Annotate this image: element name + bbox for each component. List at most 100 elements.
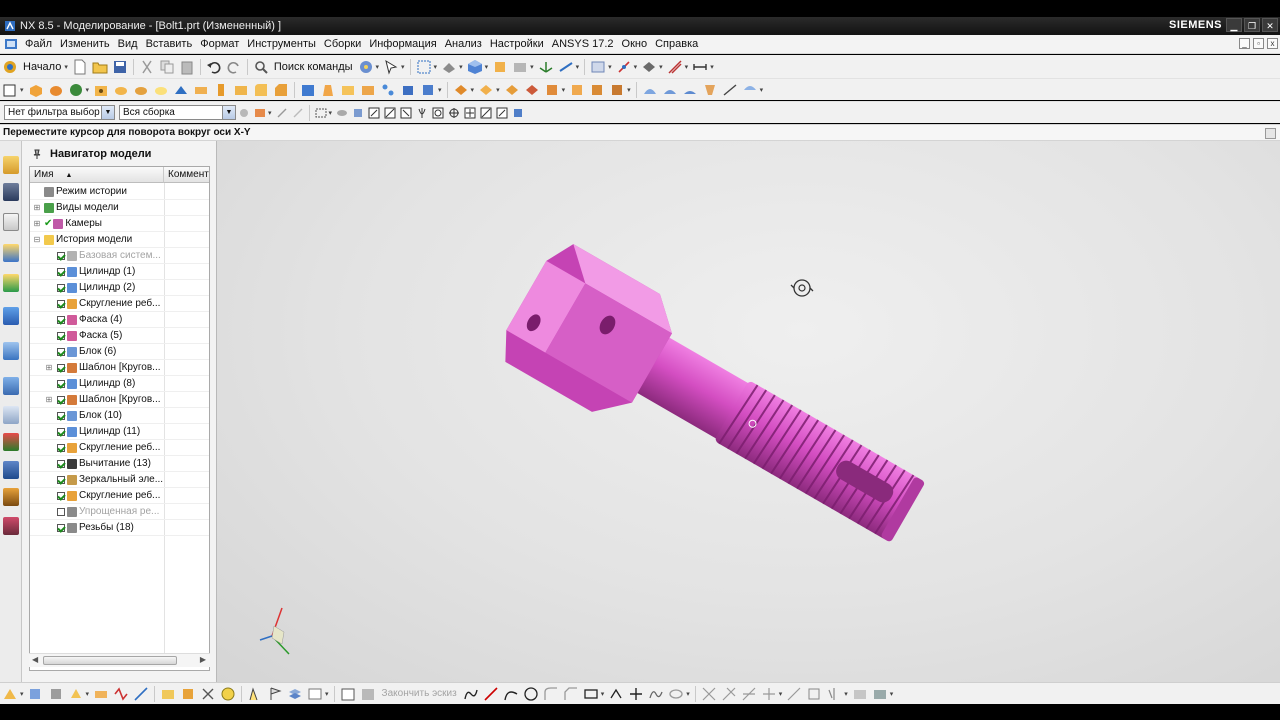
start-icon[interactable] [2,59,18,75]
showhide-dropdown-icon[interactable]: ▾ [659,63,663,71]
feature-checkbox[interactable] [57,267,65,276]
feature-checkbox[interactable] [57,443,65,452]
tree-row[interactable]: Блок (10) [30,408,209,424]
dimension-dropdown-icon[interactable]: ▾ [710,63,714,71]
tree-row[interactable]: Скругление реб... [30,440,209,456]
tree-row[interactable]: ⊞ ✔ Камеры [30,216,209,232]
groove-icon[interactable] [213,82,229,98]
move-face-icon[interactable] [544,82,560,98]
ruled-icon[interactable] [702,82,718,98]
measure-dropdown-icon[interactable]: ▾ [608,63,612,71]
undo-icon[interactable] [206,59,222,75]
chamfer-sketch-icon[interactable] [563,686,579,702]
feature-checkbox[interactable] [57,427,65,436]
collapse-icon[interactable]: ⊟ [33,235,41,244]
copy-icon[interactable] [159,59,175,75]
flag-note-icon[interactable] [267,686,283,702]
system-scenes-icon[interactable] [3,488,19,506]
pattern-icon[interactable] [380,82,396,98]
offset-region-icon[interactable] [569,82,585,98]
tree-row[interactable]: Цилиндр (8) [30,376,209,392]
nx-app-icon[interactable] [4,20,16,32]
deselect-icon[interactable] [292,107,304,119]
selection-scope-select[interactable]: Вся сборка ▼ [119,105,236,120]
curve-icon[interactable] [247,686,263,702]
snap-quadrant-icon[interactable] [448,107,460,119]
resize-blend-icon[interactable] [589,82,605,98]
start-dropdown-icon[interactable]: ▾ [64,63,68,71]
feature-checkbox[interactable] [57,251,65,260]
extrude-icon[interactable] [28,82,44,98]
pin-icon[interactable] [32,149,42,159]
dimension-icon[interactable] [692,59,708,75]
analysis-dropdown-icon[interactable]: ▾ [685,63,689,71]
scroll-right-icon[interactable]: ▶ [200,655,206,664]
touch-dropdown-icon[interactable]: ▾ [376,63,380,71]
menu-help[interactable]: Справка [651,38,702,50]
unite-icon[interactable] [68,82,84,98]
measure-distance-icon[interactable] [590,59,606,75]
snap-endpoint-icon[interactable] [368,107,380,119]
tree-row[interactable]: Фаска (5) [30,328,209,344]
project-dropdown-icon[interactable]: ▾ [890,690,894,698]
open-folder-icon[interactable] [92,59,108,75]
section-dropdown-icon[interactable]: ▾ [576,63,580,71]
menu-file[interactable]: Файл [21,38,56,50]
process-studio-icon[interactable] [3,406,19,424]
point-dropdown-icon[interactable]: ▾ [86,690,90,698]
assembly-icon[interactable] [160,686,176,702]
chevron-down-icon[interactable]: ▼ [222,106,235,119]
doc-close-button[interactable]: x [1267,38,1278,49]
slot-icon[interactable] [193,82,209,98]
part-navigator-icon[interactable] [3,213,19,231]
command-finder-button[interactable]: Поиск команды [274,61,353,73]
layer-icon[interactable] [287,686,303,702]
feature-control-icon[interactable] [220,686,236,702]
replace-face-icon[interactable] [504,82,520,98]
hole-icon[interactable] [93,82,109,98]
studio-dropdown-icon[interactable]: ▾ [760,86,764,94]
feature-checkbox[interactable] [57,315,65,324]
wave-geometry-icon[interactable] [113,686,129,702]
system-materials-icon[interactable] [3,377,19,395]
revolve-icon[interactable] [48,82,64,98]
redo-icon[interactable] [226,59,242,75]
history-palette-icon[interactable] [3,342,19,360]
datum-plane-icon[interactable] [233,82,249,98]
save-icon[interactable] [112,59,128,75]
feature-checkbox[interactable] [57,411,65,420]
hide-icon[interactable] [512,59,528,75]
feature-checkbox[interactable] [57,459,65,468]
boss-icon[interactable] [113,82,129,98]
expand-icon[interactable]: ⊞ [33,203,41,212]
polygon-icon[interactable] [608,686,624,702]
cue-line-toggle[interactable] [1265,128,1276,139]
menu-preferences[interactable]: Настройки [486,38,548,50]
reuse-library-icon[interactable] [3,244,19,262]
tree-row[interactable]: ⊞ Шаблон [Кругов... [30,392,209,408]
associative-copy-icon[interactable] [93,686,109,702]
thread-dropdown-icon[interactable]: ▾ [438,86,442,94]
snap-bounded-icon[interactable] [512,107,524,119]
chamfer-icon[interactable] [273,82,289,98]
ellipse-dropdown-icon[interactable]: ▾ [686,690,690,698]
ellipse-icon[interactable] [668,686,684,702]
tree-row[interactable]: Скругление реб... [30,296,209,312]
snap-control-icon[interactable] [400,107,412,119]
tree-row[interactable]: ⊞ Шаблон [Кругов... [30,360,209,376]
sketch-point-icon[interactable] [628,686,644,702]
studio-surface-icon[interactable] [742,82,758,98]
menu-insert[interactable]: Вставить [142,38,197,50]
tree-row[interactable]: Резьбы (18) [30,520,209,536]
orient-dropdown-icon[interactable]: ▾ [485,63,489,71]
column-header-comment[interactable]: Коммент [164,167,209,183]
tree-row[interactable]: ⊟ История модели [30,232,209,248]
shell-icon[interactable] [300,82,316,98]
hide-dropdown-icon[interactable]: ▾ [530,63,534,71]
snap-existing-point-icon[interactable] [464,107,476,119]
hd3d-tools-icon[interactable] [3,274,19,292]
fillet-icon[interactable] [543,686,559,702]
feature-checkbox[interactable] [57,299,65,308]
menu-edit[interactable]: Изменить [56,38,114,50]
menu-tools[interactable]: Инструменты [243,38,320,50]
